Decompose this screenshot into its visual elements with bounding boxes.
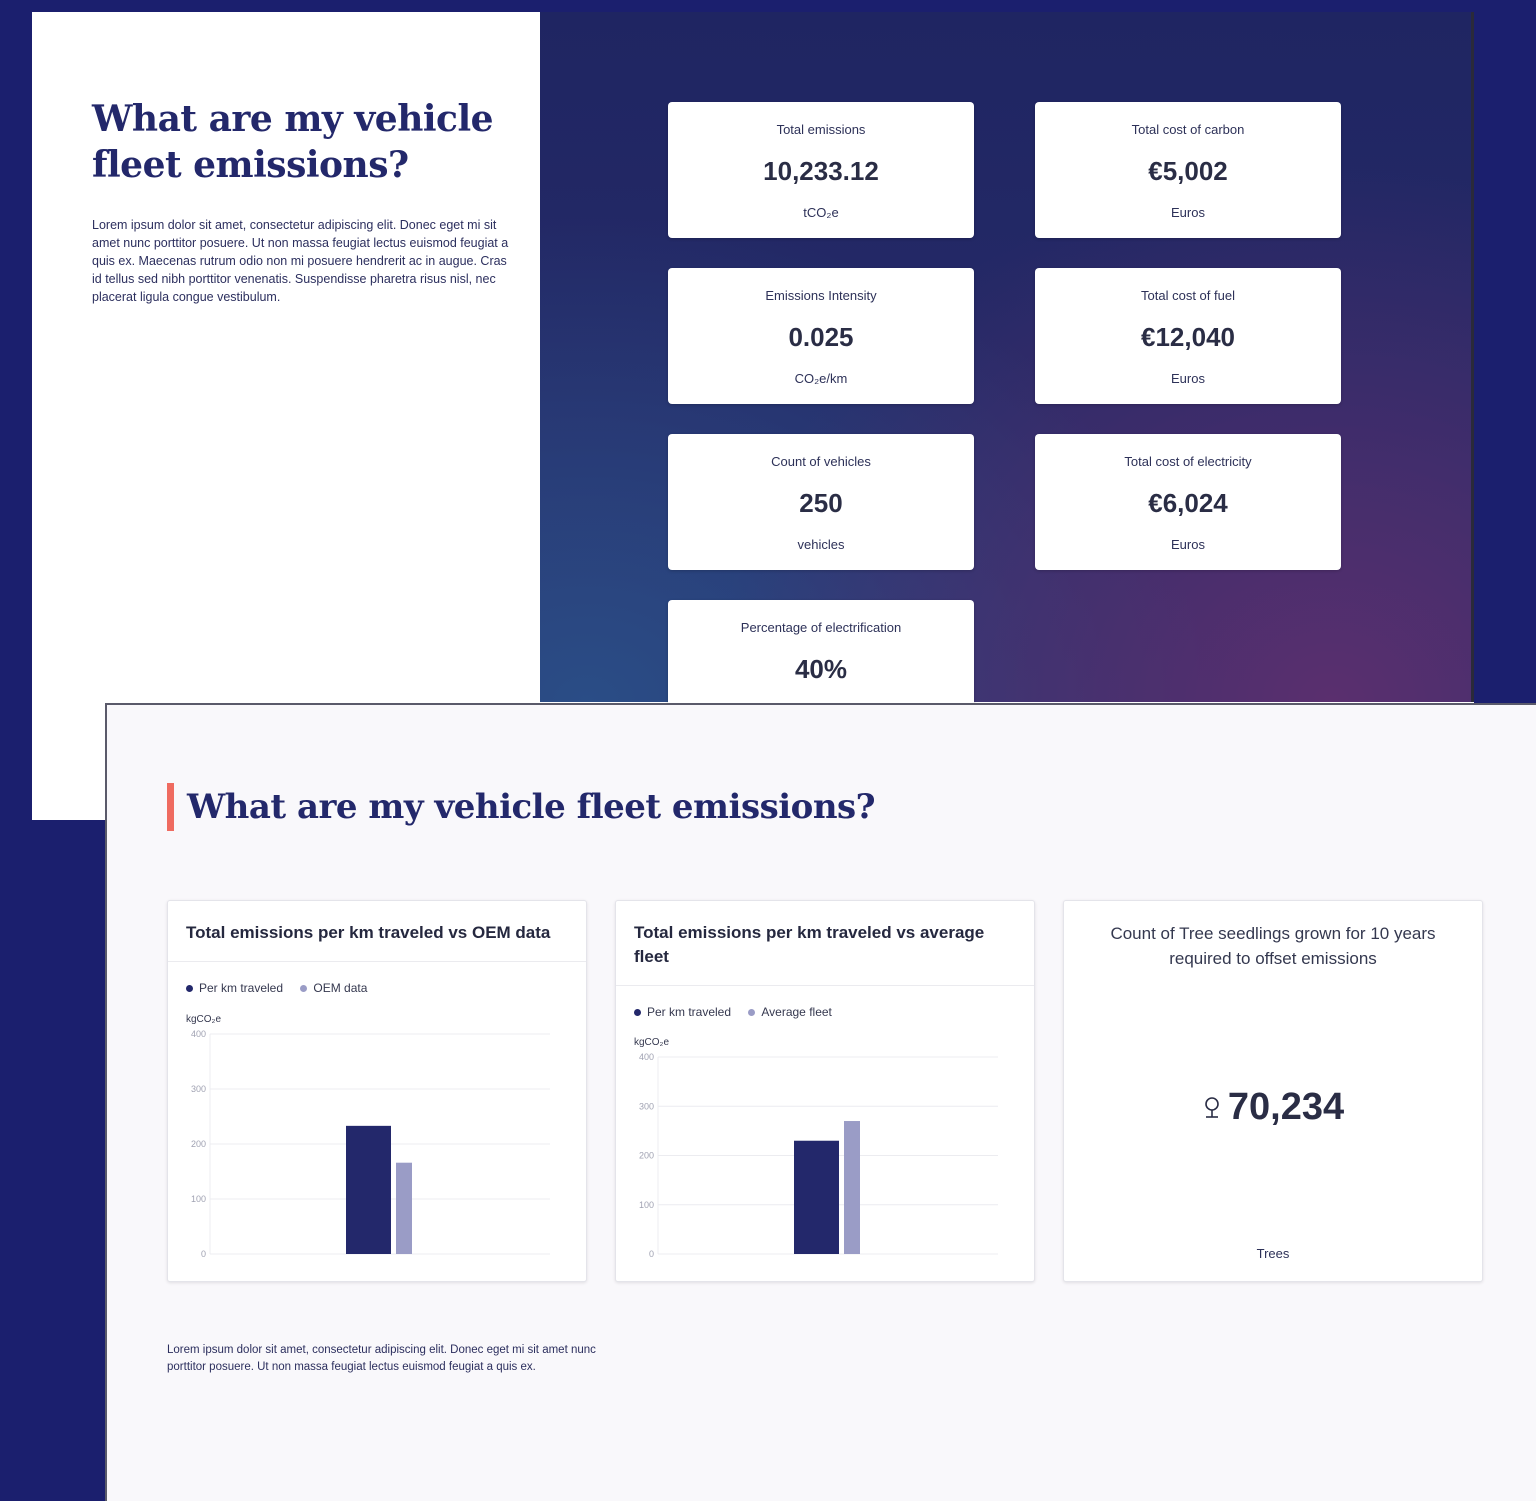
y-tick-label: 300 [639,1101,654,1111]
legend-label: Per km traveled [199,981,284,995]
card-divider [168,961,586,962]
legend-item-per-km: Per km traveled [186,981,283,995]
kpi-label: Total emissions [776,122,866,137]
kpi-unit: Euros [1171,537,1205,552]
y-tick-label: 100 [639,1200,654,1210]
kpi-value: €5,002 [1148,156,1228,186]
kpi-value: 250 [799,488,843,518]
legend-dot-oem [300,985,308,993]
chart-legend: Per km traveled Average fleet [634,1005,846,1019]
bottom-slide: What are my vehicle fleet emissions? Tot… [105,703,1536,1501]
y-tick-label: 100 [191,1194,206,1204]
kpi-card-cost-of-carbon: Total cost of carbon €5,002 Euros [1035,102,1341,238]
legend-label: OEM data [313,981,368,995]
kpi-unit: CO₂e/km [794,371,848,386]
chart-card-oem: Total emissions per km traveled vs OEM d… [167,900,587,1282]
chart-card-average-fleet: Total emissions per km traveled vs avera… [615,900,1035,1282]
tree-unit: Trees [1256,1246,1290,1261]
kpi-card-cost-of-fuel: Total cost of fuel €12,040 Euros [1035,268,1341,404]
legend-dot-per-km [186,985,193,993]
legend-item-oem: OEM data [300,981,367,995]
legend-dot-per-km [634,1009,641,1017]
kpi-label: Total cost of carbon [1131,122,1245,137]
top-slide: What are my vehicle fleet emissions? Lor… [32,12,1474,820]
kpi-value: 10,233.12 [763,156,879,186]
legend-label: Per km traveled [647,1005,732,1019]
kpi-unit: vehicles [797,537,845,552]
kpi-value: 0.025 [788,322,854,352]
chart-title: Total emissions per km traveled vs avera… [634,923,985,966]
bar-average-fleet [844,1121,860,1254]
y-tick-label: 400 [639,1052,654,1062]
tree-icon [1202,1087,1222,1130]
kpi-card-cost-of-electricity: Total cost of electricity €6,024 Euros [1035,434,1341,570]
tree-card-title: Count of Tree seedlings grown for 10 yea… [1110,924,1436,968]
page-title: What are my vehicle fleet emissions? [92,98,494,186]
kpi-label: Total cost of fuel [1141,288,1235,303]
kpi-unit: Euros [1171,205,1205,220]
y-axis-label: kgCO₂e [634,1037,669,1048]
kpi-unit: Euros [1171,371,1205,386]
section-title: What are my vehicle fleet emissions? [187,787,876,827]
y-tick-label: 0 [649,1249,654,1259]
legend-item-average-fleet: Average fleet [748,1005,832,1019]
chart-legend: Per km traveled OEM data [186,981,381,995]
bar-per-km-traveled [794,1140,839,1254]
y-tick-label: 300 [191,1084,206,1094]
top-slide-text-panel: What are my vehicle fleet emissions? Lor… [32,12,540,820]
kpi-unit: tCO₂e [803,205,839,220]
kpi-value: 40% [794,654,848,684]
chart-title: Total emissions per km traveled vs OEM d… [186,923,551,942]
kpi-card-count-of-vehicles: Count of vehicles 250 vehicles [668,434,974,570]
kpi-value: €12,040 [1141,322,1235,352]
footnote-paragraph: Lorem ipsum dolor sit amet, consectetur … [167,1344,596,1373]
bar-oem-data [396,1162,412,1254]
legend-item-per-km: Per km traveled [634,1005,731,1019]
title-accent-bar [167,783,174,831]
kpi-label: Total cost of electricity [1124,454,1252,469]
tree-count-value: 70,234 [1227,1086,1345,1128]
chart-oem: kgCO₂e 0 100 200 300 400 [186,1014,550,1259]
kpi-label: Percentage of electrification [740,620,902,635]
kpi-label: Count of vehicles [771,454,871,469]
card-divider [616,985,1034,986]
y-tick-label: 400 [191,1029,206,1039]
kpi-value: €6,024 [1148,488,1228,518]
tree-count: 70,234 [1064,1086,1482,1130]
legend-dot-average-fleet [748,1009,756,1017]
y-axis-label: kgCO₂e [186,1014,221,1025]
kpi-card-emissions-intensity: Emissions Intensity 0.025 CO₂e/km [668,268,974,404]
kpi-label: Emissions Intensity [765,288,877,303]
bar-per-km-traveled [346,1125,391,1254]
y-tick-label: 0 [201,1249,206,1259]
chart-average-fleet: kgCO₂e 0 100 200 300 400 [634,1037,998,1259]
legend-label: Average fleet [761,1005,832,1019]
tree-seedlings-card: Count of Tree seedlings grown for 10 yea… [1063,900,1483,1282]
intro-paragraph: Lorem ipsum dolor sit amet, consectetur … [92,218,509,304]
y-tick-label: 200 [191,1139,206,1149]
kpi-panel: Total emissions 10,233.12 tCO₂e Total co… [540,12,1474,736]
kpi-card-total-emissions: Total emissions 10,233.12 tCO₂e [668,102,974,238]
y-tick-label: 200 [639,1151,654,1161]
